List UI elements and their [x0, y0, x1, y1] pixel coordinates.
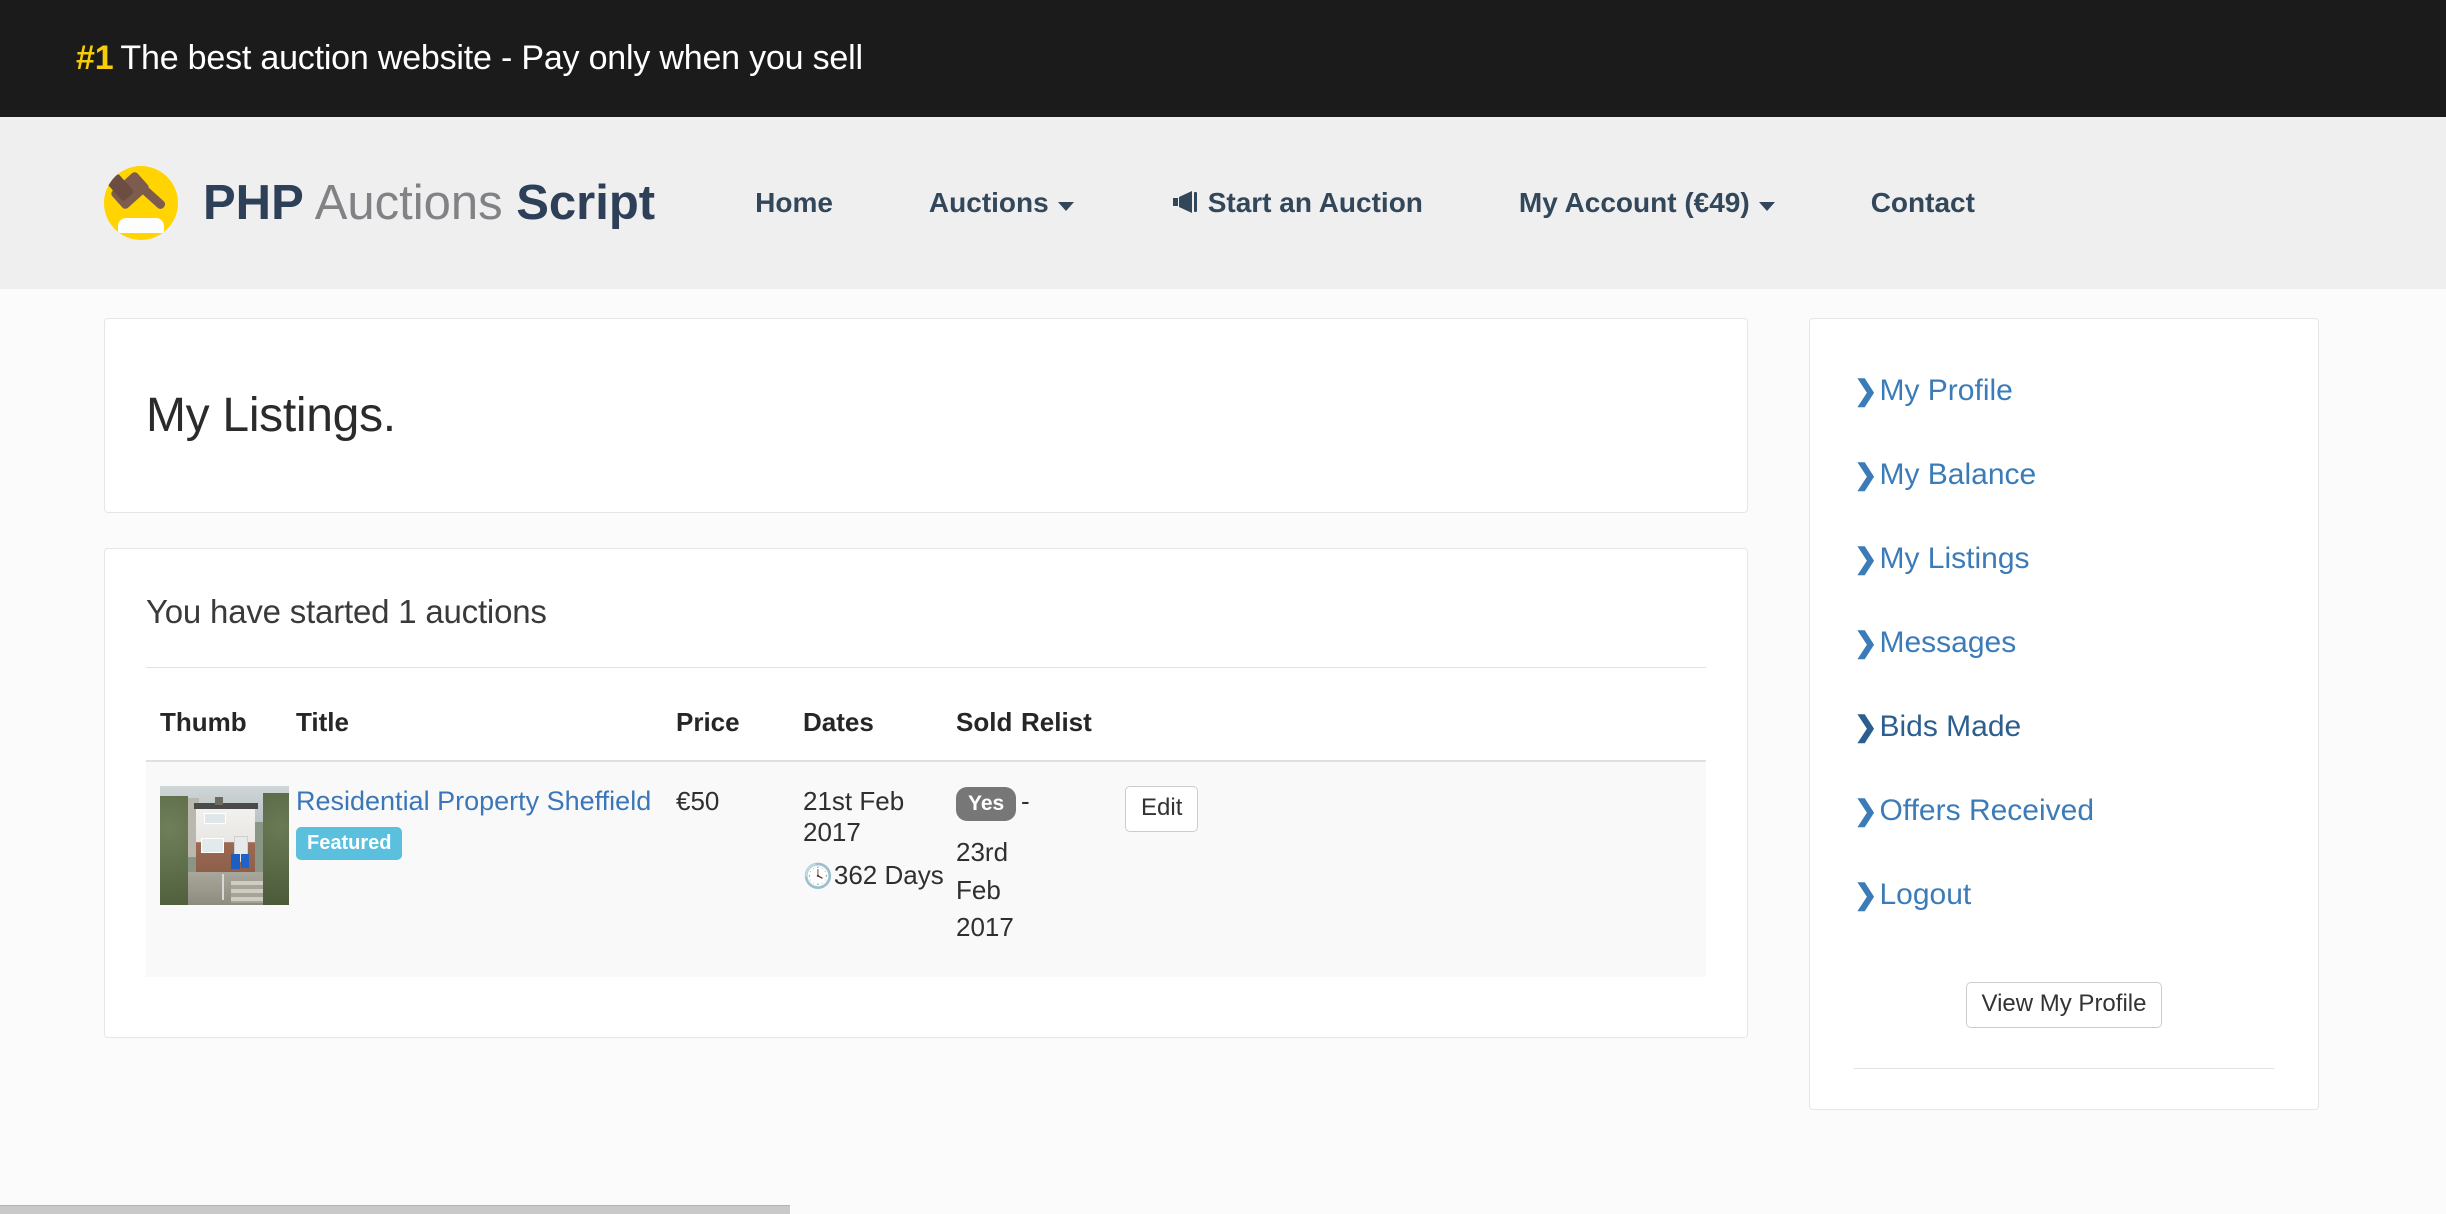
brand-name: PHP Auctions Script — [203, 175, 656, 230]
brand-part-auctions: Auctions — [314, 175, 503, 230]
gavel-icon — [104, 166, 178, 240]
sidebar-column: ❯ My Profile ❯ My Balance ❯ My Listings … — [1809, 318, 2319, 1111]
chevron-down-icon — [1057, 201, 1074, 211]
nav-item-start-auction-label: Start an Auction — [1207, 187, 1423, 218]
chevron-right-icon: ❯ — [1854, 711, 1878, 742]
table-row: Residential Property Sheffield Featured … — [146, 761, 1706, 978]
brand-part-script: Script — [516, 175, 656, 230]
edit-button[interactable]: Edit — [1125, 786, 1199, 833]
megaphone-icon — [1170, 188, 1200, 223]
account-sidebar-panel: ❯ My Profile ❯ My Balance ❯ My Listings … — [1809, 318, 2319, 1111]
promo-banner-text: #1 The best auction website - Pay only wh… — [76, 39, 863, 78]
cell-thumb — [146, 761, 296, 978]
site-header: PHP Auctions Script Home Auctions Start … — [0, 117, 2446, 289]
sidebar-divider — [1854, 1068, 2274, 1070]
sidebar-item-bids-made[interactable]: ❯ Bids Made — [1854, 710, 2274, 744]
sidebar-item-my-listings[interactable]: ❯ My Listings — [1854, 542, 2274, 576]
nav-item-auctions-label: Auctions — [928, 187, 1049, 218]
chevron-down-icon — [1758, 201, 1775, 211]
listings-count-heading: You have started 1 auctions — [146, 593, 1706, 668]
listings-panel: You have started 1 auctions Thumb Title … — [104, 548, 1748, 1039]
nav-item-my-account-label: My Account (€49) — [1518, 187, 1750, 218]
sidebar-item-my-balance[interactable]: ❯ My Balance — [1854, 458, 2274, 492]
column-header-sold: Sold — [956, 668, 1021, 762]
nav-item-my-account[interactable]: My Account (€49) — [1495, 187, 1799, 219]
browser-bottom-chrome — [0, 1205, 790, 1214]
nav-item-home[interactable]: Home — [755, 187, 857, 219]
cell-dates: 21st Feb 2017 🕓362 Days — [803, 761, 956, 978]
brand-part-php: PHP — [203, 175, 304, 230]
view-my-profile-button[interactable]: View My Profile — [1965, 982, 2163, 1029]
nav-item-home-label: Home — [755, 187, 833, 218]
sidebar-item-label: Messages — [1879, 626, 2017, 659]
cell-title: Residential Property Sheffield Featured — [296, 761, 676, 978]
sidebar-item-label: Bids Made — [1879, 710, 2022, 743]
sidebar-item-label: My Balance — [1879, 458, 2037, 491]
promo-message: The best auction website - Pay only when… — [120, 39, 863, 77]
cell-relist: - — [1021, 761, 1125, 978]
listing-start-date: 21st Feb 2017 — [803, 786, 905, 847]
table-header-row: Thumb Title Price Dates Sold Relist — [146, 668, 1706, 762]
sold-status-badge: Yes — [956, 787, 1017, 821]
listing-title-link[interactable]: Residential Property Sheffield — [296, 786, 676, 817]
nav-item-contact-label: Contact — [1870, 187, 1975, 218]
nav-item-start-auction[interactable]: Start an Auction — [1146, 186, 1447, 221]
nav-item-auctions[interactable]: Auctions — [905, 187, 1098, 219]
column-header-thumb: Thumb — [146, 668, 296, 762]
page-title-panel: My Listings. — [104, 318, 1748, 513]
sidebar-item-label: Logout — [1879, 878, 1972, 911]
promo-rank-badge: #1 — [76, 39, 114, 77]
sidebar-item-label: My Listings — [1879, 542, 2030, 575]
column-header-dates: Dates — [803, 668, 956, 762]
sidebar-item-label: My Profile — [1879, 374, 2013, 407]
chevron-right-icon: ❯ — [1854, 375, 1878, 406]
cell-price: €50 — [676, 761, 803, 978]
main-column: My Listings. You have started 1 auctions… — [104, 318, 1748, 1039]
promo-banner: #1 The best auction website - Pay only wh… — [0, 0, 2446, 117]
main-navigation: Home Auctions Start an Auction My Accoun… — [755, 186, 2370, 221]
sidebar-item-logout[interactable]: ❯ Logout — [1854, 878, 2274, 912]
column-header-price: Price — [676, 668, 803, 762]
nav-item-contact[interactable]: Contact — [1847, 187, 1999, 219]
column-header-actions — [1125, 668, 1706, 762]
cell-sold: Yes 23rd Feb 2017 — [956, 761, 1021, 978]
column-header-relist: Relist — [1021, 668, 1125, 762]
property-thumbnail-image[interactable] — [160, 786, 289, 905]
chevron-right-icon: ❯ — [1854, 795, 1878, 826]
sidebar-item-messages[interactable]: ❯ Messages — [1854, 626, 2274, 660]
listings-table: Thumb Title Price Dates Sold Relist Resi… — [146, 668, 1706, 978]
sidebar-item-label: Offers Received — [1879, 794, 2095, 827]
listings-table-body: Residential Property Sheffield Featured … — [146, 761, 1706, 978]
sidebar-item-my-profile[interactable]: ❯ My Profile — [1854, 374, 2274, 408]
page-title: My Listings. — [146, 389, 396, 442]
sidebar-item-offers-received[interactable]: ❯ Offers Received — [1854, 794, 2274, 828]
chevron-right-icon: ❯ — [1854, 627, 1878, 658]
listings-table-head: Thumb Title Price Dates Sold Relist — [146, 668, 1706, 762]
chevron-right-icon: ❯ — [1854, 459, 1878, 490]
listing-duration-text: 362 Days — [833, 860, 944, 890]
page-body: My Listings. You have started 1 auctions… — [0, 289, 2446, 1214]
featured-badge: Featured — [296, 827, 403, 861]
listing-duration: 🕓362 Days — [803, 860, 956, 891]
brand-logo-link[interactable]: PHP Auctions Script — [104, 166, 655, 240]
column-header-title: Title — [296, 668, 676, 762]
cell-actions: Edit — [1125, 761, 1706, 978]
sold-date: 23rd Feb 2017 — [956, 837, 1014, 943]
chevron-right-icon: ❯ — [1854, 879, 1878, 910]
sidebar-actions: View My Profile — [1854, 982, 2274, 1070]
chevron-right-icon: ❯ — [1854, 543, 1878, 574]
clock-icon: 🕓 — [803, 863, 833, 890]
